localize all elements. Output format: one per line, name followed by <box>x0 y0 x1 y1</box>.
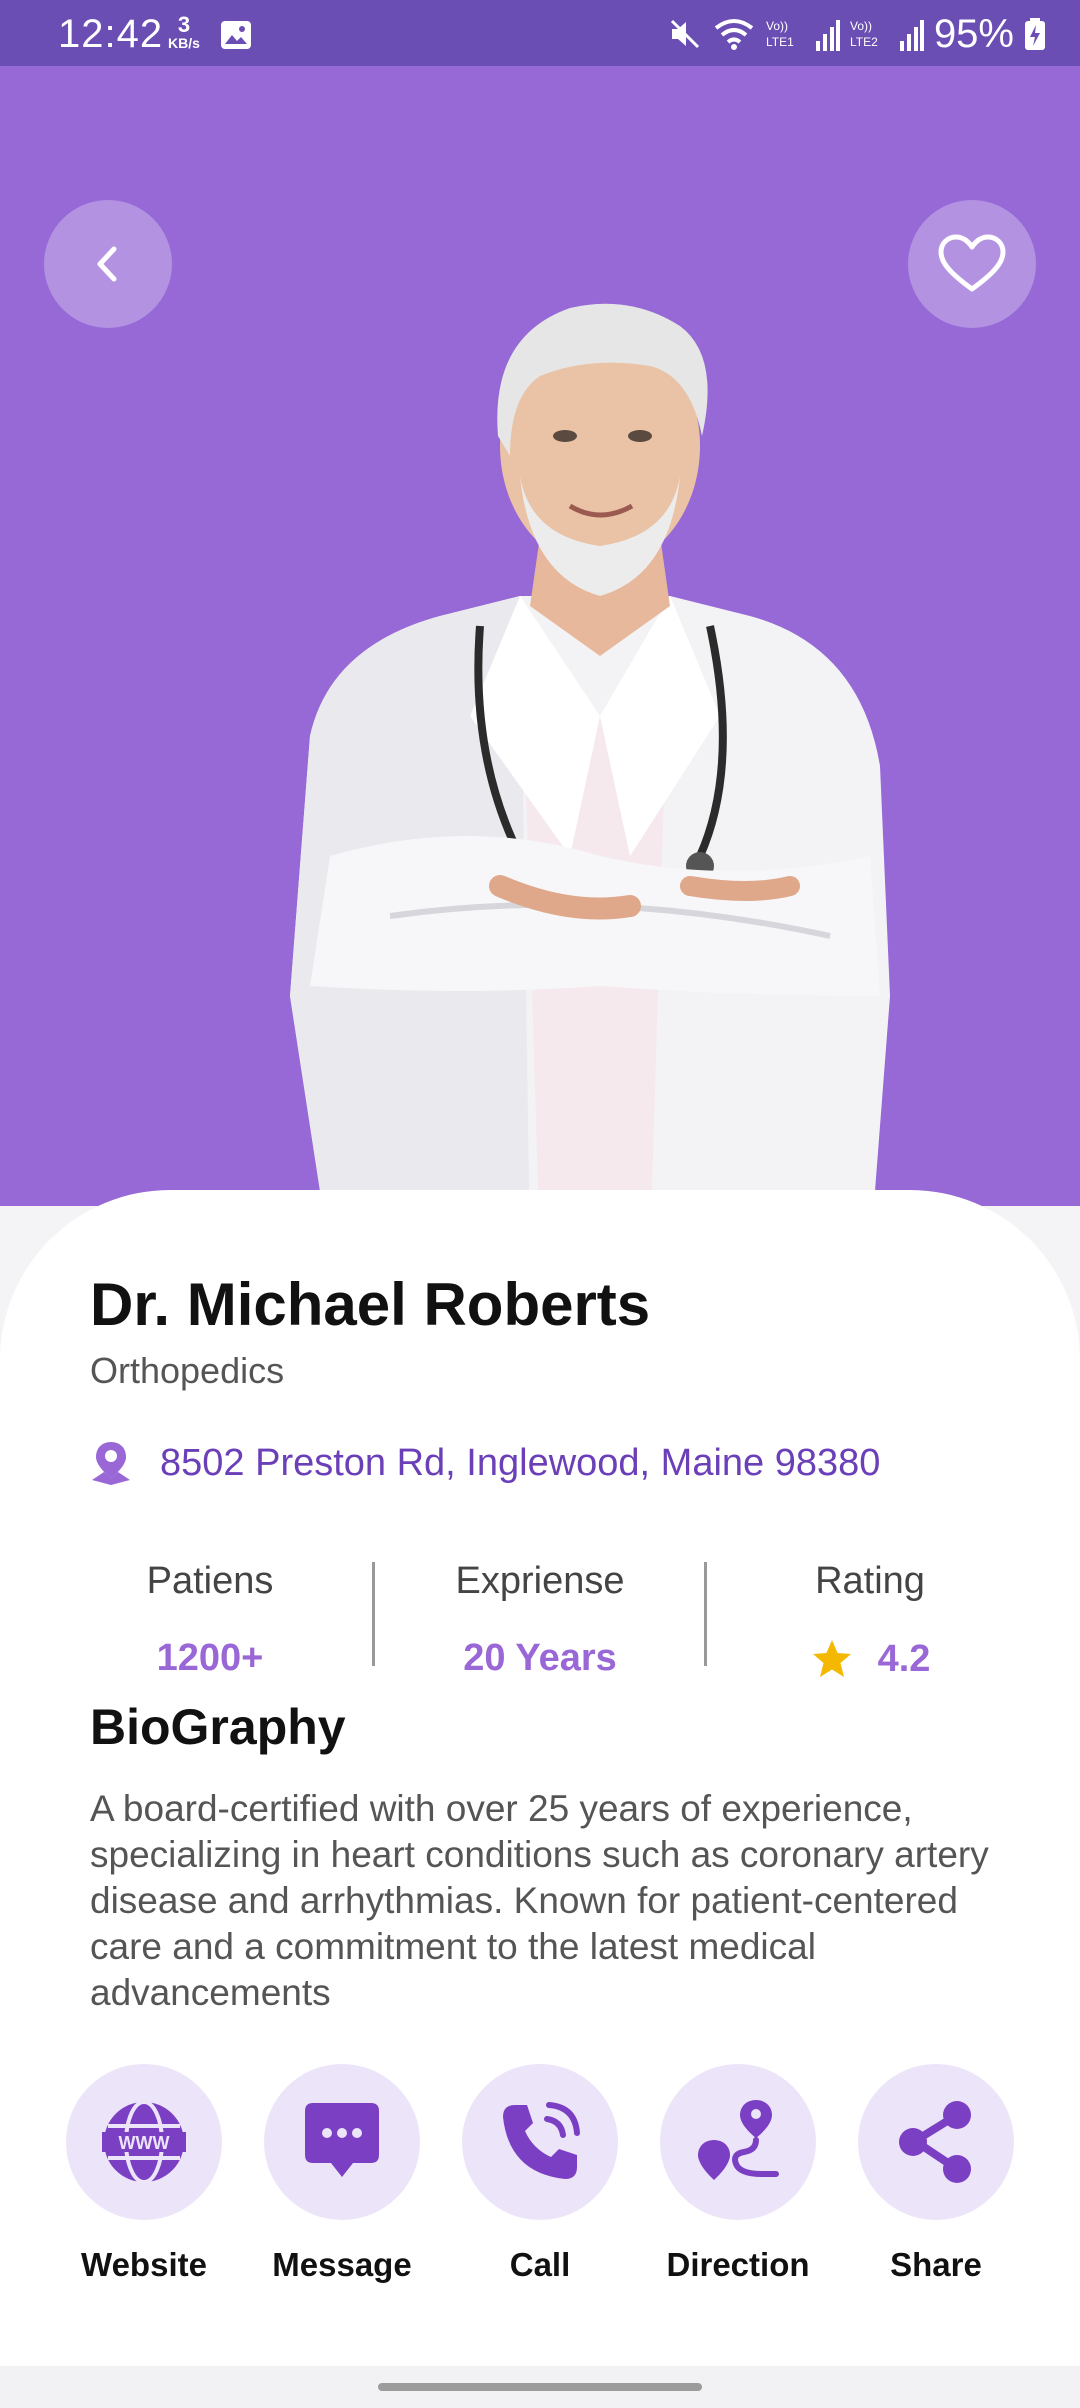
data-speed-unit: KB/s <box>168 35 200 51</box>
biography-text: A board-certified with over 25 years of … <box>90 1788 989 2013</box>
website-label: Website <box>81 2246 207 2283</box>
direction-bubble[interactable] <box>660 2064 816 2220</box>
svg-text:Vo)): Vo)) <box>850 19 872 33</box>
heart-outline-icon <box>938 234 1006 292</box>
stat-rating: Rating 4.2 <box>720 1560 1020 1681</box>
gesture-nav-bar <box>0 2366 1080 2408</box>
star-icon <box>812 1640 851 1677</box>
svg-text:Vo)): Vo)) <box>766 19 788 33</box>
share-button[interactable]: Share <box>846 2064 1026 2284</box>
svg-text:LTE2: LTE2 <box>850 35 878 49</box>
gallery-notification-icon <box>221 21 251 49</box>
phone-call-icon <box>503 2102 580 2179</box>
message-label: Message <box>272 2246 412 2283</box>
data-speed-value: 3 <box>177 12 191 37</box>
stat-patients: Patiens 1200+ <box>60 1560 360 1680</box>
battery-percent: 95% <box>933 11 1014 56</box>
data-speed: 3 KB/s <box>168 14 200 51</box>
doctor-specialty: Orthopedics <box>90 1350 285 1391</box>
home-indicator[interactable] <box>378 2383 702 2391</box>
doctor-address: 8502 Preston Rd, Inglewood, Maine 98380 <box>160 1441 881 1484</box>
doctor-name: Dr. Michael Roberts <box>90 1271 651 1338</box>
stat-rating-value-row: 4.2 <box>720 1637 1020 1681</box>
share-icon <box>899 2101 971 2183</box>
direction-button[interactable]: Direction <box>648 2064 828 2284</box>
mute-icon <box>670 19 699 49</box>
battery-charging-icon <box>1025 18 1045 50</box>
svg-text:WWW: WWW <box>119 2133 170 2153</box>
wifi-icon <box>714 19 754 50</box>
website-button[interactable]: WWW Website <box>54 2064 234 2284</box>
direction-label: Direction <box>666 2246 810 2283</box>
www-globe-icon: WWW <box>102 2100 186 2184</box>
status-right-group: Vo)) LTE1 Vo)) LTE2 95% <box>668 11 1046 56</box>
stat-rating-value: 4.2 <box>877 1637 931 1680</box>
signal-bars-2-icon <box>899 20 924 51</box>
address-row[interactable]: 8502 Preston Rd, Inglewood, Maine 98380 <box>88 1440 880 1486</box>
stat-patients-value: 1200+ <box>156 1637 264 1679</box>
message-button[interactable]: Message <box>252 2064 432 2284</box>
call-button[interactable]: Call <box>450 2064 630 2284</box>
favorite-button[interactable] <box>908 200 1036 328</box>
status-bar: 12:42 3 KB/s Vo)) LTE1 Vo)) LTE2 95% <box>0 0 1080 66</box>
call-label: Call <box>509 2246 571 2283</box>
signal-lte1-icon: Vo)) LTE1 <box>766 19 794 49</box>
stat-divider <box>704 1562 707 1666</box>
stat-experience: Expriense 20 Years <box>390 1560 690 1680</box>
call-bubble[interactable] <box>462 2064 618 2220</box>
status-time: 12:42 <box>58 12 164 56</box>
share-bubble[interactable] <box>858 2064 1014 2220</box>
route-pin-icon <box>698 2100 779 2180</box>
stat-rating-label: Rating <box>815 1560 925 1602</box>
svg-text:LTE1: LTE1 <box>766 35 794 49</box>
chevron-left-icon <box>97 246 117 282</box>
chat-bubble-icon <box>305 2103 379 2177</box>
website-bubble[interactable]: WWW <box>66 2064 222 2220</box>
location-pin-icon <box>92 1442 130 1485</box>
share-label: Share <box>890 2246 982 2283</box>
stat-patients-label: Patiens <box>146 1560 274 1602</box>
hero-banner <box>0 66 1080 1206</box>
doctor-photo <box>290 303 890 1206</box>
action-row: WWW Website Message Call Direction Share <box>0 2064 1080 2294</box>
stat-experience-label: Expriense <box>455 1560 625 1602</box>
stat-experience-value: 20 Years <box>463 1637 617 1679</box>
signal-bars-1-icon <box>815 20 840 51</box>
stat-divider <box>372 1562 375 1666</box>
message-bubble[interactable] <box>264 2064 420 2220</box>
back-button[interactable] <box>44 200 172 328</box>
biography-title: BioGraphy <box>90 1699 346 1755</box>
stats-row: Patiens 1200+ Expriense 20 Years Rating … <box>0 1560 1080 1680</box>
signal-lte2-icon: Vo)) LTE2 <box>850 19 878 49</box>
